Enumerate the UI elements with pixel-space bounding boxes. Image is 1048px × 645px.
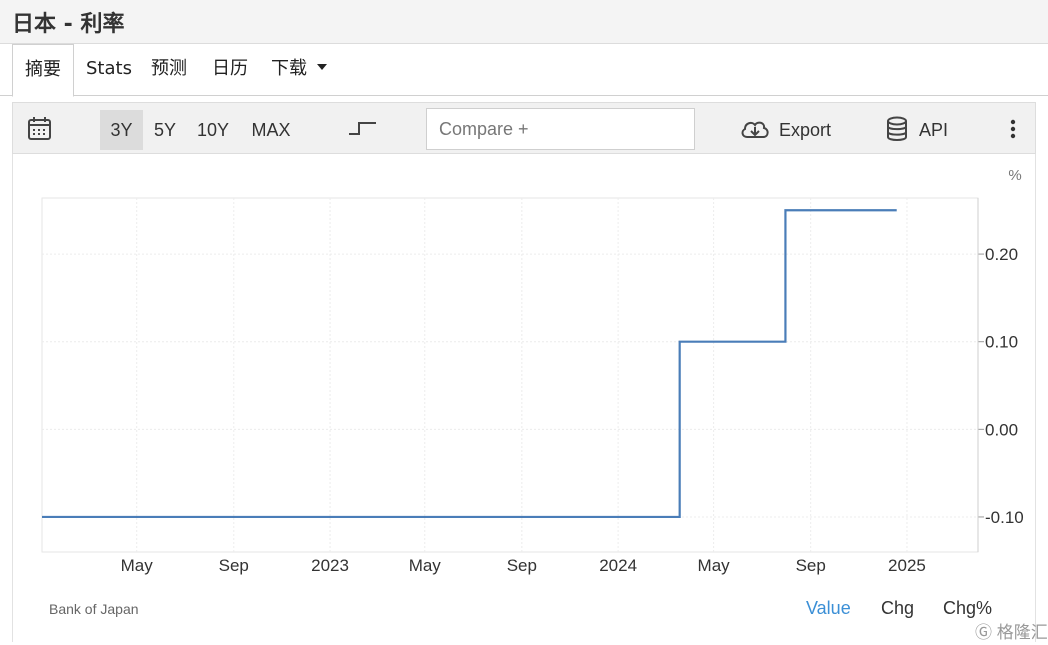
rate-step-line	[42, 209, 897, 519]
x-tick-label: 2025	[888, 556, 926, 575]
view-chg-pct-link[interactable]: Chg%	[943, 598, 992, 619]
view-value-link[interactable]: Value	[806, 598, 851, 619]
interest-rate-chart: % May Sep 2023 May Sep 2024 May Sep 2025 0.20 0.10…	[41, 167, 1024, 575]
y-tick-label: -0.10	[985, 508, 1024, 527]
x-tick-label: Sep	[219, 556, 249, 575]
x-tick-label: May	[698, 556, 731, 575]
plot-area-border	[41, 197, 979, 553]
watermark-logo: Ⓖ 格隆汇	[975, 623, 1048, 642]
y-tick-label: 0.20	[985, 245, 1018, 264]
x-tick-label: May	[121, 556, 154, 575]
x-tick-label: Sep	[796, 556, 826, 575]
x-tick-label: 2023	[311, 556, 349, 575]
x-tick-label: 2024	[599, 556, 637, 575]
y-tick-label: 0.10	[985, 333, 1018, 352]
y-tick-label: 0.00	[985, 420, 1018, 439]
x-tick-label: May	[409, 556, 442, 575]
unit-label: %	[1008, 167, 1021, 184]
data-source: Bank of Japan	[49, 601, 139, 617]
view-chg-link[interactable]: Chg	[881, 598, 914, 619]
x-tick-label: Sep	[507, 556, 537, 575]
